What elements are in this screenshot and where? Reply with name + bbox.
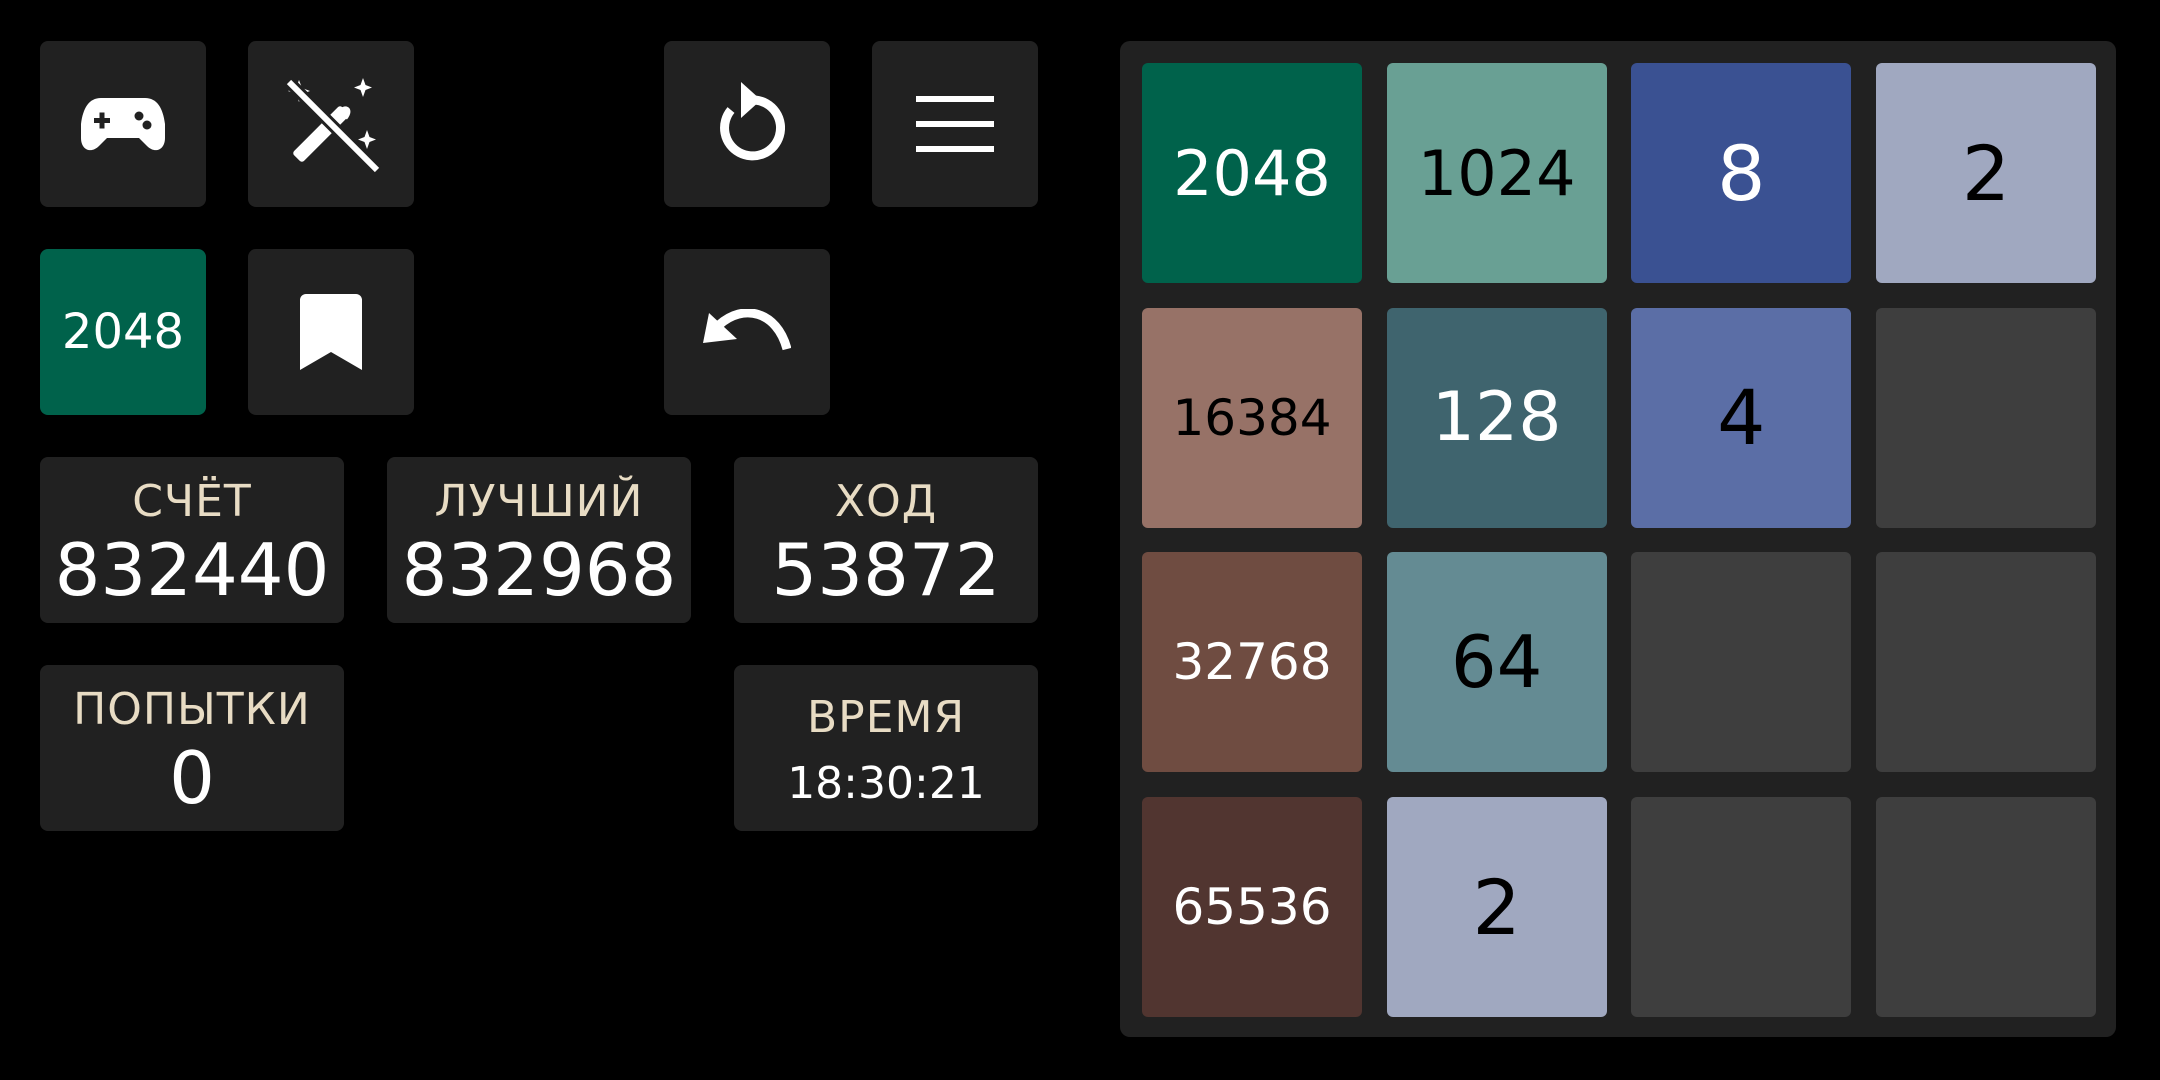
attempts-value: 0 xyxy=(169,736,215,820)
empty-cell xyxy=(1876,307,2096,528)
menu-button[interactable] xyxy=(872,41,1038,207)
tile-128: 128 xyxy=(1386,307,1607,528)
undo-button[interactable] xyxy=(664,249,830,415)
time-panel: ВРЕМЯ 18:30:21 xyxy=(734,665,1038,831)
score-label: СЧЁТ xyxy=(132,476,252,527)
moves-label: ХОД xyxy=(834,476,938,527)
best-score-panel: ЛУЧШИЙ 832968 xyxy=(387,457,691,623)
hamburger-menu-icon xyxy=(916,96,994,152)
tile-16384: 16384 xyxy=(1142,307,1362,528)
restart-button[interactable] xyxy=(664,41,830,207)
attempts-panel: ПОПЫТКИ 0 xyxy=(40,665,344,831)
time-label: ВРЕМЯ xyxy=(806,692,966,743)
tile-4: 4 xyxy=(1631,307,1852,528)
magic-disabled-button[interactable] xyxy=(248,41,414,207)
empty-cell xyxy=(1631,797,1852,1017)
tile-1024: 1024 xyxy=(1386,63,1607,283)
score-panel: СЧЁТ 832440 xyxy=(40,457,344,623)
tile-8: 8 xyxy=(1631,63,1852,283)
best-score-label: ЛУЧШИЙ xyxy=(434,476,644,527)
empty-cell xyxy=(1876,552,2096,773)
tile-65536: 65536 xyxy=(1142,797,1362,1017)
game-mode-2048-button[interactable]: 2048 xyxy=(40,249,206,415)
gamepad-icon xyxy=(81,98,165,151)
score-value: 832440 xyxy=(54,528,330,612)
tile-32768: 32768 xyxy=(1142,552,1362,773)
tile-2: 2 xyxy=(1876,63,2096,283)
bookmark-button[interactable] xyxy=(248,249,414,415)
game-board[interactable]: 2048 1024 8 2 16384 128 4 32768 64 65536 2 xyxy=(1120,41,2116,1037)
tile-64: 64 xyxy=(1386,552,1607,773)
moves-value: 53872 xyxy=(771,528,1001,612)
empty-cell xyxy=(1876,797,2096,1017)
bookmark-icon xyxy=(300,294,362,370)
game-modes-button[interactable] xyxy=(40,41,206,207)
time-value: 18:30:21 xyxy=(787,758,985,809)
undo-icon xyxy=(703,309,791,351)
restart-icon xyxy=(720,82,785,161)
magic-wand-off-icon xyxy=(284,77,381,174)
attempts-label: ПОПЫТКИ xyxy=(73,684,311,735)
tile-2048: 2048 xyxy=(1142,63,1362,283)
best-score-value: 832968 xyxy=(401,528,677,612)
tile-2: 2 xyxy=(1386,797,1607,1017)
moves-panel: ХОД 53872 xyxy=(734,457,1038,623)
empty-cell xyxy=(1631,552,1852,773)
